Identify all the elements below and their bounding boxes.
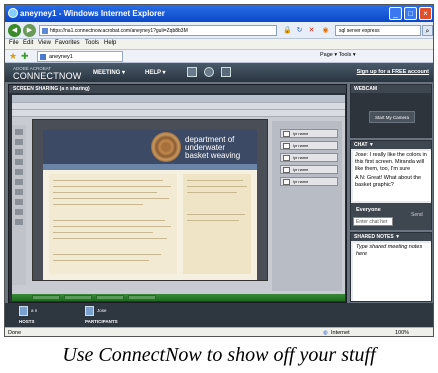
participant-name: Jose [97,308,107,313]
share-screen-icon[interactable] [187,67,197,77]
menu-view[interactable]: View [38,40,51,46]
maximize-button[interactable]: □ [404,7,417,20]
mockup-nav [43,164,257,170]
figure-frame: aneyney1 - Windows Internet Explorer _ □… [0,0,438,373]
host-name: a n [31,308,38,313]
favorites-star-icon[interactable]: ★ [9,51,17,62]
stop-icon[interactable]: ✕ [307,26,316,35]
menu-favorites[interactable]: Favorites [55,40,80,46]
shared-app-menubar [12,103,345,110]
shared-document-canvas: department of underwater basket weaving [32,119,268,281]
layer-item: lyr name [280,129,338,138]
tools-icon[interactable] [221,67,231,77]
minimize-button[interactable]: _ [389,7,402,20]
search-icon[interactable]: ⌕ [422,25,433,36]
connectnow-header: ADOBE ACROBAT CONNECTNOW MEETING ▾ HELP … [5,63,433,82]
connectnow-logo: ADOBE ACROBAT CONNECTNOW [13,66,82,81]
screen-sharing-header: SCREEN SHARING (a n sharing) [9,85,346,93]
close-button[interactable]: × [419,7,432,20]
webcam-pod: WEBCAM Start My Camera [350,84,432,138]
menu-edit[interactable]: Edit [23,40,33,46]
back-button[interactable]: ◀ [8,24,21,37]
shared-screen[interactable]: department of underwater basket weaving [12,95,345,301]
address-bar: ◀ ▶ https://na1.connectnow.acrobat.com/a… [5,22,433,39]
page-icon [42,28,48,34]
search-input[interactable]: sql server express [335,25,421,36]
ie-logo-icon [8,8,18,18]
shared-notes-field[interactable]: Type shared meeting notes here [353,243,431,301]
user-icon [85,306,94,316]
url-field[interactable]: https://na1.connectnow.acrobat.com/aneyn… [39,25,277,36]
add-favorite-icon[interactable]: ✚ [21,51,29,62]
lock-icon[interactable]: 🔒 [283,26,292,35]
title-bar: aneyney1 - Windows Internet Explorer _ □… [5,5,433,22]
hosts-label: HOSTS [19,319,35,324]
webcam-header: WEBCAM [351,85,431,93]
send-button[interactable]: Send [411,212,423,218]
participants-label: PARTICIPANTS [85,319,118,324]
browser-tab[interactable]: aneyney1 [37,51,123,62]
web-page-mockup: department of underwater basket weaving [43,130,257,280]
menu-tools[interactable]: Tools [85,40,99,46]
mockup-banner: department of underwater basket weaving [43,130,257,164]
menu-bar: File Edit View Favorites Tools Help [5,39,433,50]
layer-item: lyr name [280,165,338,174]
shared-notes-header[interactable]: SHARED NOTES ▼ [351,233,431,241]
chat-input[interactable]: Enter chat her [353,217,393,226]
url-text: https://na1.connectnow.acrobat.com/aneyn… [50,28,188,34]
status-bar: Done ◍ Internet 100% [5,327,433,336]
start-camera-button[interactable]: Start My Camera [369,111,415,123]
shared-app-options-bar [12,110,345,117]
chat-controls: Everyone Enter chat her Send [351,203,431,230]
chat-recipient-select[interactable]: Everyone [353,206,405,215]
layer-item: lyr name [280,153,338,162]
chat-message: A N: Great! What about the basket graphi… [355,175,422,188]
forward-button[interactable]: ▶ [23,24,36,37]
signup-link[interactable]: Sign up for a FREE account [357,69,429,75]
shared-notes-pod: SHARED NOTES ▼ Type shared meeting notes… [350,232,432,302]
live-search-icon: ◉ [322,27,329,34]
basket-graphic-icon [151,132,181,162]
chat-pod: CHAT ▼ Jose: I really like the colors in… [350,140,432,230]
screen-sharing-pod: SCREEN SHARING (a n sharing) department … [8,84,347,303]
internet-zone-icon: ◍ [323,330,328,336]
shared-taskbar [12,294,345,301]
refresh-icon[interactable]: ↻ [295,26,304,35]
chat-log: Jose: I really like the colors in this f… [353,151,431,201]
menu-help[interactable]: Help [104,40,116,46]
tab-page-icon [40,54,46,60]
meeting-menu[interactable]: MEETING ▾ [93,69,125,76]
chat-header[interactable]: CHAT ▼ [351,141,431,149]
figure-caption: Use ConnectNow to show off your stuff [62,344,376,366]
shared-app-titlebar [12,95,345,103]
mockup-side-column [183,174,251,274]
mockup-title: department of underwater basket weaving [185,135,241,160]
mockup-main-column [49,174,177,274]
webcam-icon[interactable] [204,67,214,77]
zoom-level[interactable]: 100% [395,330,409,336]
shared-app-layers-panel: lyr name lyr name lyr name lyr name lyr … [272,121,342,291]
favorites-bar: ★ ✚ aneyney1 Page ▾ Tools ▾ [5,50,433,63]
shared-app-toolbox [12,125,26,285]
page-tools-menus[interactable]: Page ▾ Tools ▾ [320,52,356,58]
chat-message: Jose: I really like the colors in this f… [355,152,427,172]
security-zone: Internet [331,330,350,336]
help-menu[interactable]: HELP ▾ [145,69,166,76]
menu-file[interactable]: File [9,40,19,46]
layer-item: lyr name [280,177,338,186]
browser-screenshot: aneyney1 - Windows Internet Explorer _ □… [4,4,434,337]
window-title: aneyney1 - Windows Internet Explorer [20,9,165,18]
meeting-area: SCREEN SHARING (a n sharing) department … [5,82,433,303]
user-icon [19,306,28,316]
attendees-bar: a n HOSTS Jose PARTICIPANTS [5,303,433,327]
status-text: Done [8,330,22,336]
tab-label: aneyney1 [49,54,73,60]
layer-item: lyr name [280,141,338,150]
